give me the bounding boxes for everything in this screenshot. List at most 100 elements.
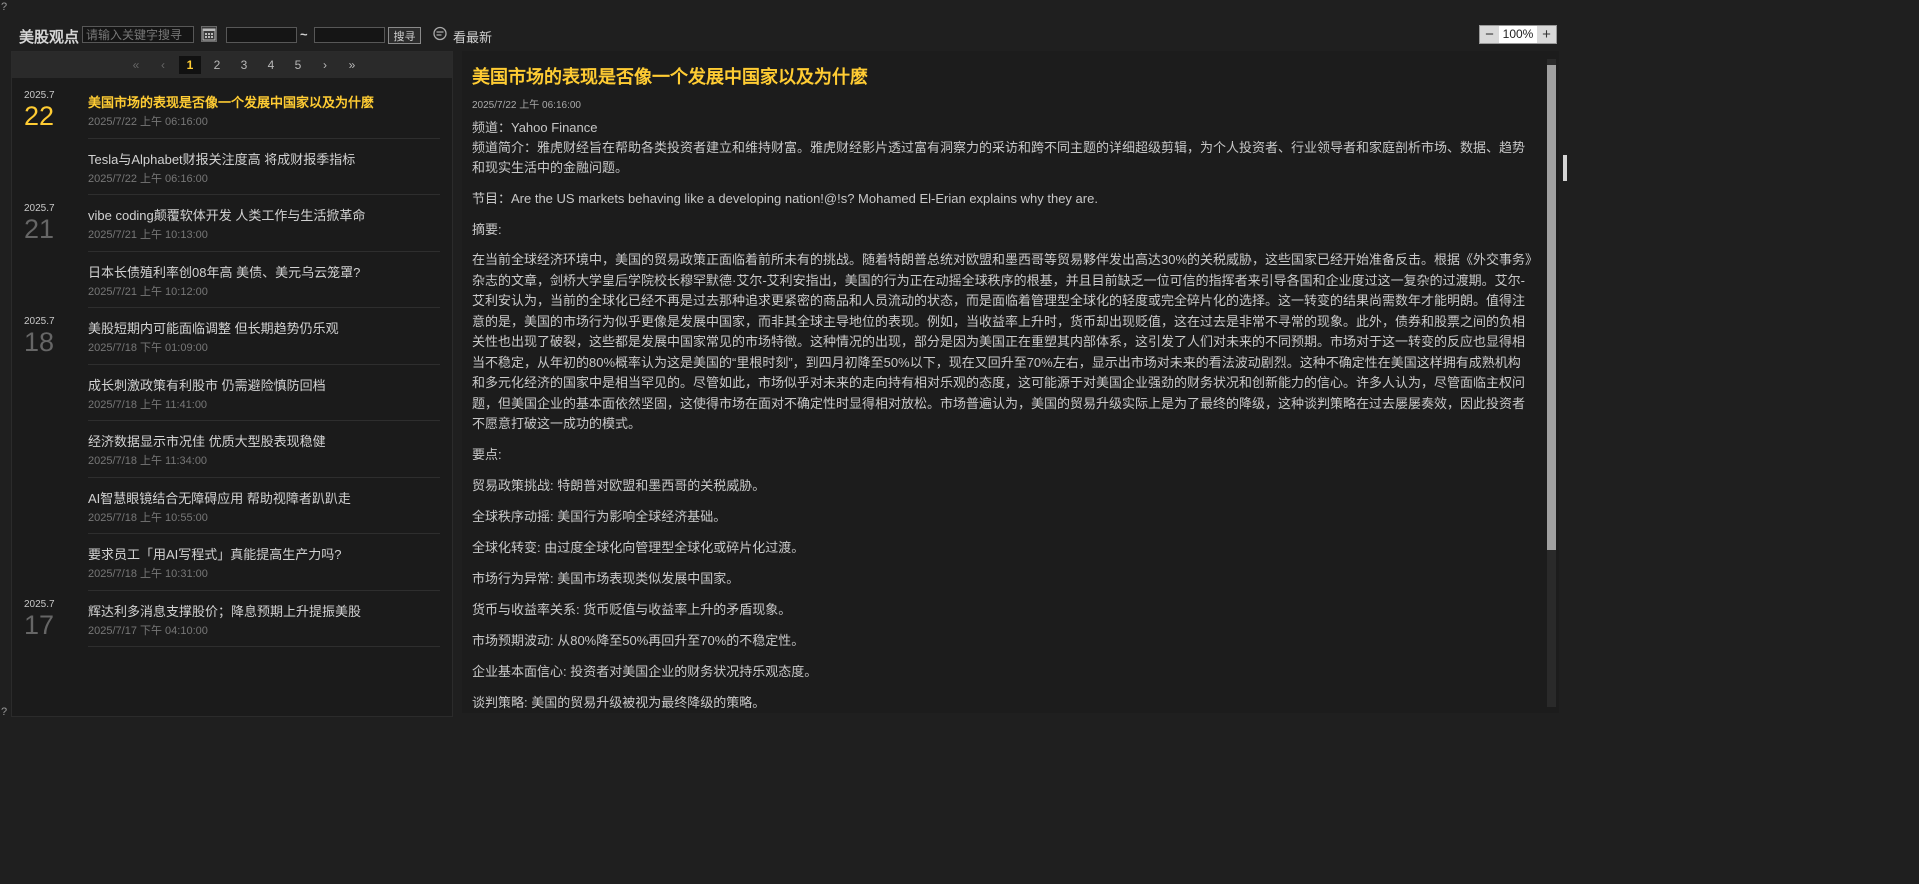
article-intro: 频道简介：雅虎财经旨在帮助各类投资者建立和维持财富。雅虎财经影片透过富有洞察力的…	[472, 140, 1526, 175]
news-list-item[interactable]: 2025.7 18 美股短期内可能面临调整 但长期趋势仍乐观 2025/7/18 下午…	[12, 308, 452, 365]
page-button-3[interactable]: 3	[233, 56, 255, 74]
first-page-button[interactable]: «	[125, 56, 147, 74]
article-program: 节目：Are the US markets behaving like a de…	[472, 191, 1098, 206]
last-page-button[interactable]: »	[341, 56, 363, 74]
news-list-item[interactable]: 2025.7 22 美国市场的表现是否像一个发展中国家以及为什麽 2025/7/22 …	[12, 82, 452, 139]
help-icon-top: ?	[1, 1, 8, 13]
news-item-body[interactable]: AI智慧眼镜结合无障碍应用 帮助视障者趴趴走 2025/7/18 上午 10:55…	[88, 478, 440, 534]
article-channel: 频道：Yahoo Finance	[472, 120, 598, 135]
news-item-body[interactable]: 美国市场的表现是否像一个发展中国家以及为什麽 2025/7/22 上午 06:16…	[88, 82, 440, 139]
news-list-item[interactable]: 要求员工「用AI写程式」真能提高生产力吗? 2025/7/18 上午 10:31:…	[12, 534, 452, 591]
news-item-body[interactable]: 经济数据显示市况佳 优质大型股表现稳健 2025/7/18 上午 11:34:00	[88, 421, 440, 478]
date-year-month: 2025.7	[24, 203, 55, 214]
date-day: 22	[24, 101, 55, 131]
news-item-body[interactable]: 辉达利多消息支撑股价；降息预期上升提振美股 2025/7/17 下午 04:10:…	[88, 591, 440, 647]
news-time: 2025/7/18 上午 10:55:00	[88, 511, 208, 524]
news-list: 2025.7 22 美国市场的表现是否像一个发展中国家以及为什麽 2025/7/22 …	[12, 78, 452, 647]
article-time: 2025/7/22 上午 06:16:00	[472, 100, 581, 111]
pagination: « ‹ 1 2 3 4 5 › »	[12, 52, 452, 78]
news-item-body[interactable]: vibe coding颠覆软体开发 人类工作与生活掀革命 2025/7/21 上午…	[88, 195, 440, 252]
news-list-item[interactable]: 经济数据显示市况佳 优质大型股表现稳健 2025/7/18 上午 11:34:00	[12, 421, 452, 478]
news-time: 2025/7/18 上午 11:34:00	[88, 455, 208, 467]
scrollbar-thumb[interactable]	[1547, 65, 1556, 550]
date-block: 2025.7 17	[24, 599, 74, 639]
page-button-1[interactable]: 1	[179, 56, 201, 74]
news-list-item[interactable]: 2025.7 17 辉达利多消息支撑股价；降息预期上升提振美股 2025/7/17 下…	[12, 591, 452, 647]
news-item-body[interactable]: 成长刺激政策有利股市 仍需避险慎防回档 2025/7/18 上午 11:41:00	[88, 365, 440, 421]
side-handle[interactable]	[1563, 155, 1567, 181]
search-button[interactable]: 搜寻	[388, 27, 421, 44]
key-point: 企业基本面信心: 投资者对美国企业的财务状况持乐观态度。	[472, 663, 818, 679]
page-button-2[interactable]: 2	[206, 56, 228, 74]
news-title[interactable]: 日本长债殖利率创08年高 美债、美元乌云笼罩?	[88, 262, 360, 281]
chat-bubble-icon[interactable]	[432, 26, 448, 42]
news-title[interactable]: 经济数据显示市况佳 优质大型股表现稳健	[88, 431, 326, 450]
prev-page-button[interactable]: ‹	[152, 56, 174, 74]
news-title[interactable]: Tesla与Alphabet财报关注度高 将成财报季指标	[88, 149, 355, 168]
calendar-icon[interactable]	[201, 26, 217, 42]
news-time: 2025/7/18 上午 10:31:00	[88, 568, 208, 580]
date-year-month: 2025.7	[24, 598, 55, 610]
key-point: 市场行为异常: 美国市场表现类似发展中国家。	[472, 570, 740, 586]
news-list-item[interactable]: 日本长债殖利率创08年高 美债、美元乌云笼罩? 2025/7/21 上午 10:1…	[12, 252, 452, 308]
date-year-month: 2025.7	[24, 90, 55, 101]
date-day: 21	[24, 214, 55, 244]
help-icon-bottom: ?	[1, 706, 8, 718]
toolbar: 美股观点 ~ 搜寻 看最新 − 100% +	[0, 22, 1567, 48]
news-title[interactable]: 辉达利多消息支撑股价；降息预期上升提振美股	[88, 601, 361, 620]
date-day: 18	[24, 327, 55, 357]
points-label: 要点:	[472, 446, 502, 462]
news-time: 2025/7/21 上午 10:12:00	[88, 285, 208, 298]
key-points: 贸易政策挑战: 特朗普对欧盟和墨西哥的关税威胁。 全球秩序动摇: 美国行为影响全球…	[472, 476, 1532, 713]
page-button-4[interactable]: 4	[260, 56, 282, 74]
latest-button[interactable]: 看最新	[453, 27, 492, 46]
news-list-item[interactable]: Tesla与Alphabet财报关注度高 将成财报季指标 2025/7/22 上午…	[12, 139, 452, 195]
news-time: 2025/7/17 下午 04:10:00	[88, 624, 208, 637]
news-time: 2025/7/18 上午 11:41:00	[88, 398, 208, 411]
zoom-out-button[interactable]: −	[1480, 26, 1499, 43]
summary-label: 摘要:	[472, 222, 502, 237]
page-button-5[interactable]: 5	[287, 56, 309, 74]
news-item-body[interactable]: 要求员工「用AI写程式」真能提高生产力吗? 2025/7/18 上午 10:31:…	[88, 534, 440, 591]
article-title: 美国市场的表现是否像一个发展中国家以及为什麽	[472, 67, 868, 87]
news-title[interactable]: AI智慧眼镜结合无障碍应用 帮助视障者趴趴走	[88, 488, 351, 507]
article: 美国市场的表现是否像一个发展中国家以及为什麽 2025/7/22 上午 06:1…	[472, 63, 1532, 713]
key-point: 全球化转变: 由过度全球化向管理型全球化或碎片化过渡。	[472, 539, 805, 555]
date-from-input[interactable]	[226, 27, 297, 43]
news-item-body[interactable]: 美股短期内可能面临调整 但长期趋势仍乐观 2025/7/18 下午 01:09:0…	[88, 308, 440, 365]
news-list-panel: « ‹ 1 2 3 4 5 › » 2025.7 22 美国市场的表现是否像一个发展…	[11, 51, 453, 717]
key-point: 货币与收益率关系: 货币贬值与收益率上升的矛盾现象。	[472, 601, 792, 617]
zoom-level: 100%	[1499, 26, 1537, 43]
news-list-item[interactable]: 成长刺激政策有利股市 仍需避险慎防回档 2025/7/18 上午 11:41:00	[12, 365, 452, 421]
news-title[interactable]: 要求员工「用AI写程式」真能提高生产力吗?	[88, 544, 342, 563]
news-title[interactable]: 美国市场的表现是否像一个发展中国家以及为什麽	[88, 92, 374, 111]
zoom-in-button[interactable]: +	[1537, 26, 1556, 43]
news-time: 2025/7/21 上午 10:13:00	[88, 229, 208, 241]
news-item-body[interactable]: 日本长债殖利率创08年高 美债、美元乌云笼罩? 2025/7/21 上午 10:1…	[88, 252, 440, 308]
news-item-body[interactable]: Tesla与Alphabet财报关注度高 将成财报季指标 2025/7/22 上午…	[88, 139, 440, 195]
key-point: 全球秩序动摇: 美国行为影响全球经济基础。	[472, 508, 727, 524]
news-title[interactable]: 美股短期内可能面临调整 但长期趋势仍乐观	[88, 318, 339, 337]
date-block: 2025.7 21	[24, 203, 74, 243]
article-summary: 在当前全球经济环境中，美国的贸易政策正面临着前所未有的挑战。随着特朗普总统对欧盟…	[472, 252, 1532, 431]
date-day: 17	[24, 609, 55, 640]
key-point: 谈判策略: 美国的贸易升级被视为最终降级的策略。	[472, 694, 766, 710]
key-point: 市场预期波动: 从80%降至50%再回升至70%的不稳定性。	[472, 632, 805, 648]
search-input[interactable]	[82, 26, 194, 43]
date-to-input[interactable]	[314, 27, 385, 43]
app-title: 美股观点	[19, 29, 80, 46]
date-block: 2025.7 22	[24, 90, 74, 130]
key-point: 贸易政策挑战: 特朗普对欧盟和墨西哥的关税威胁。	[472, 477, 766, 493]
news-title[interactable]: 成长刺激政策有利股市 仍需避险慎防回档	[88, 375, 326, 394]
article-scrollbar[interactable]	[1547, 59, 1556, 707]
news-time: 2025/7/18 下午 01:09:00	[88, 342, 208, 354]
news-time: 2025/7/22 上午 06:16:00	[88, 116, 208, 128]
news-list-item[interactable]: 2025.7 21 vibe coding颠覆软体开发 人类工作与生活掀革命 2025…	[12, 195, 452, 252]
zoom-control: − 100% +	[1479, 25, 1557, 44]
date-range-separator: ~	[300, 27, 308, 42]
article-panel: 美国市场的表现是否像一个发展中国家以及为什麽 2025/7/22 上午 06:1…	[462, 51, 1559, 713]
date-year-month: 2025.7	[24, 316, 55, 327]
next-page-button[interactable]: ›	[314, 56, 336, 74]
news-list-item[interactable]: AI智慧眼镜结合无障碍应用 帮助视障者趴趴走 2025/7/18 上午 10:55…	[12, 478, 452, 534]
news-title[interactable]: vibe coding颠覆软体开发 人类工作与生活掀革命	[88, 205, 365, 224]
